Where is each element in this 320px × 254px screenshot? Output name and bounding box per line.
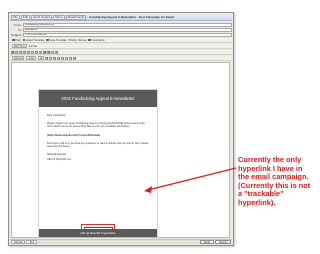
importance-option[interactable]: Importance	[88, 38, 105, 42]
numbering-icon[interactable]: 1	[69, 56, 73, 60]
email-header-title: 2015 Fundraising Appeal E-Newsletter	[39, 90, 157, 107]
table-icon[interactable]: ▦	[47, 50, 50, 54]
save-template-label: Save Template	[49, 38, 67, 42]
font-select[interactable]: Arial	[26, 56, 36, 60]
bottom-bar: Normal Text Send Cancel	[10, 239, 232, 244]
link-icon[interactable]: ∞	[39, 50, 42, 54]
find-icon[interactable]: ⚲	[35, 50, 38, 54]
email-footer: Gifts @ Nonprofit Organization	[39, 229, 157, 237]
file-menu-button[interactable]: File	[11, 14, 20, 20]
email-template: 2015 Fundraising Appeal E-Newsletter Dea…	[38, 89, 158, 237]
email-paragraph-2: Feel free to call us if you have any que…	[47, 142, 149, 149]
window-titlebar: File Edit Send Copies Move Attachments F…	[10, 14, 232, 21]
draft-label: Draft	[15, 38, 21, 42]
send-button[interactable]: Send	[199, 240, 214, 244]
save-template-option[interactable]: Save Template	[46, 38, 67, 42]
email-signoff: National Appeals,	[47, 153, 67, 156]
size-select[interactable]: 10	[37, 56, 45, 60]
annotation-callout: Currently the only hyperlink I have in t…	[238, 155, 318, 208]
cancel-button[interactable]: Cancel	[214, 240, 231, 244]
rule-icon[interactable]: ―	[51, 50, 54, 54]
email-url: (https://www.website.info/?nonprofit/don…	[47, 134, 100, 137]
importance-label: Importance	[91, 38, 105, 42]
format-toolbar: Rich Text Format	[10, 44, 232, 49]
to-field[interactable]: Recipients	[23, 27, 232, 32]
email-paragraph-1: Please support our yearly fundraising dr…	[47, 122, 146, 129]
annotation-line-5: a "trackable" hyperlink).	[238, 189, 284, 207]
email-greeting: Dear Contributor,	[47, 114, 67, 117]
bullets-icon[interactable]: •	[65, 56, 69, 60]
edit-menu-button[interactable]: Edit	[20, 14, 31, 20]
email-signature: CEO of Nonprofit LLC	[47, 158, 72, 161]
editing-toolbar: ▦ ✂ ❏ ⎘ ↶ ↷ ⚲ ∞ ▣ ▦ ― Ω	[10, 50, 232, 55]
special-char-icon[interactable]: Ω	[55, 50, 58, 54]
bold-icon[interactable]: B	[45, 56, 49, 60]
paste-icon[interactable]: ⎘	[23, 50, 26, 54]
tab-normal[interactable]: Normal	[11, 240, 26, 244]
priority-option[interactable]: Priority: Normal	[69, 39, 87, 42]
options-toolbar: Draft Attach Template Save Template Prio…	[10, 38, 232, 43]
tab-text[interactable]: Text	[26, 240, 38, 244]
send-copies-button[interactable]: Send Copies	[31, 14, 53, 20]
italic-icon[interactable]: I	[49, 56, 53, 60]
from-field[interactable]: fundraiser@nonprofit.org	[23, 22, 232, 27]
to-label: To:	[17, 27, 22, 32]
attach-template-option[interactable]: Attach Template	[22, 38, 45, 42]
underline-icon[interactable]: U	[53, 56, 57, 60]
source-icon[interactable]: ▦	[11, 50, 14, 54]
align-left-icon[interactable]: ≡	[57, 56, 61, 60]
draft-option[interactable]: Draft	[12, 39, 21, 42]
text-color-icon[interactable]: A	[73, 56, 77, 60]
text-format-toolbar: Normal Arial 10 B I U ≡ ≡ • 1 A	[10, 56, 232, 61]
subject-field[interactable]: This is a DONATE!	[23, 32, 232, 37]
move-button[interactable]: Move	[53, 14, 65, 20]
copy-icon[interactable]: ❏	[19, 50, 22, 54]
attachments-button[interactable]: Attachments	[65, 14, 87, 20]
subject-row: Subject: This is a DONATE!	[10, 32, 232, 37]
align-center-icon[interactable]: ≡	[61, 56, 65, 60]
from-label: From:	[14, 22, 22, 27]
attach-template-label: Attach Template	[25, 38, 45, 42]
message-editor[interactable]: 2015 Fundraising Appeal E-Newsletter Dea…	[11, 62, 230, 238]
undo-icon[interactable]: ↶	[27, 50, 30, 54]
redo-icon[interactable]: ↷	[31, 50, 34, 54]
email-composer-window: File Edit Send Copies Move Attachments F…	[8, 12, 234, 246]
style-select[interactable]: Normal	[12, 56, 25, 60]
format-label: Format	[28, 44, 37, 48]
cut-icon[interactable]: ✂	[15, 50, 18, 54]
subject-label: Subject:	[11, 32, 22, 37]
window-title: Fundraising Appeal E-Newsletter - Test C…	[89, 15, 174, 19]
format-select[interactable]: Rich Text	[12, 44, 27, 48]
image-icon[interactable]: ▣	[43, 50, 46, 54]
